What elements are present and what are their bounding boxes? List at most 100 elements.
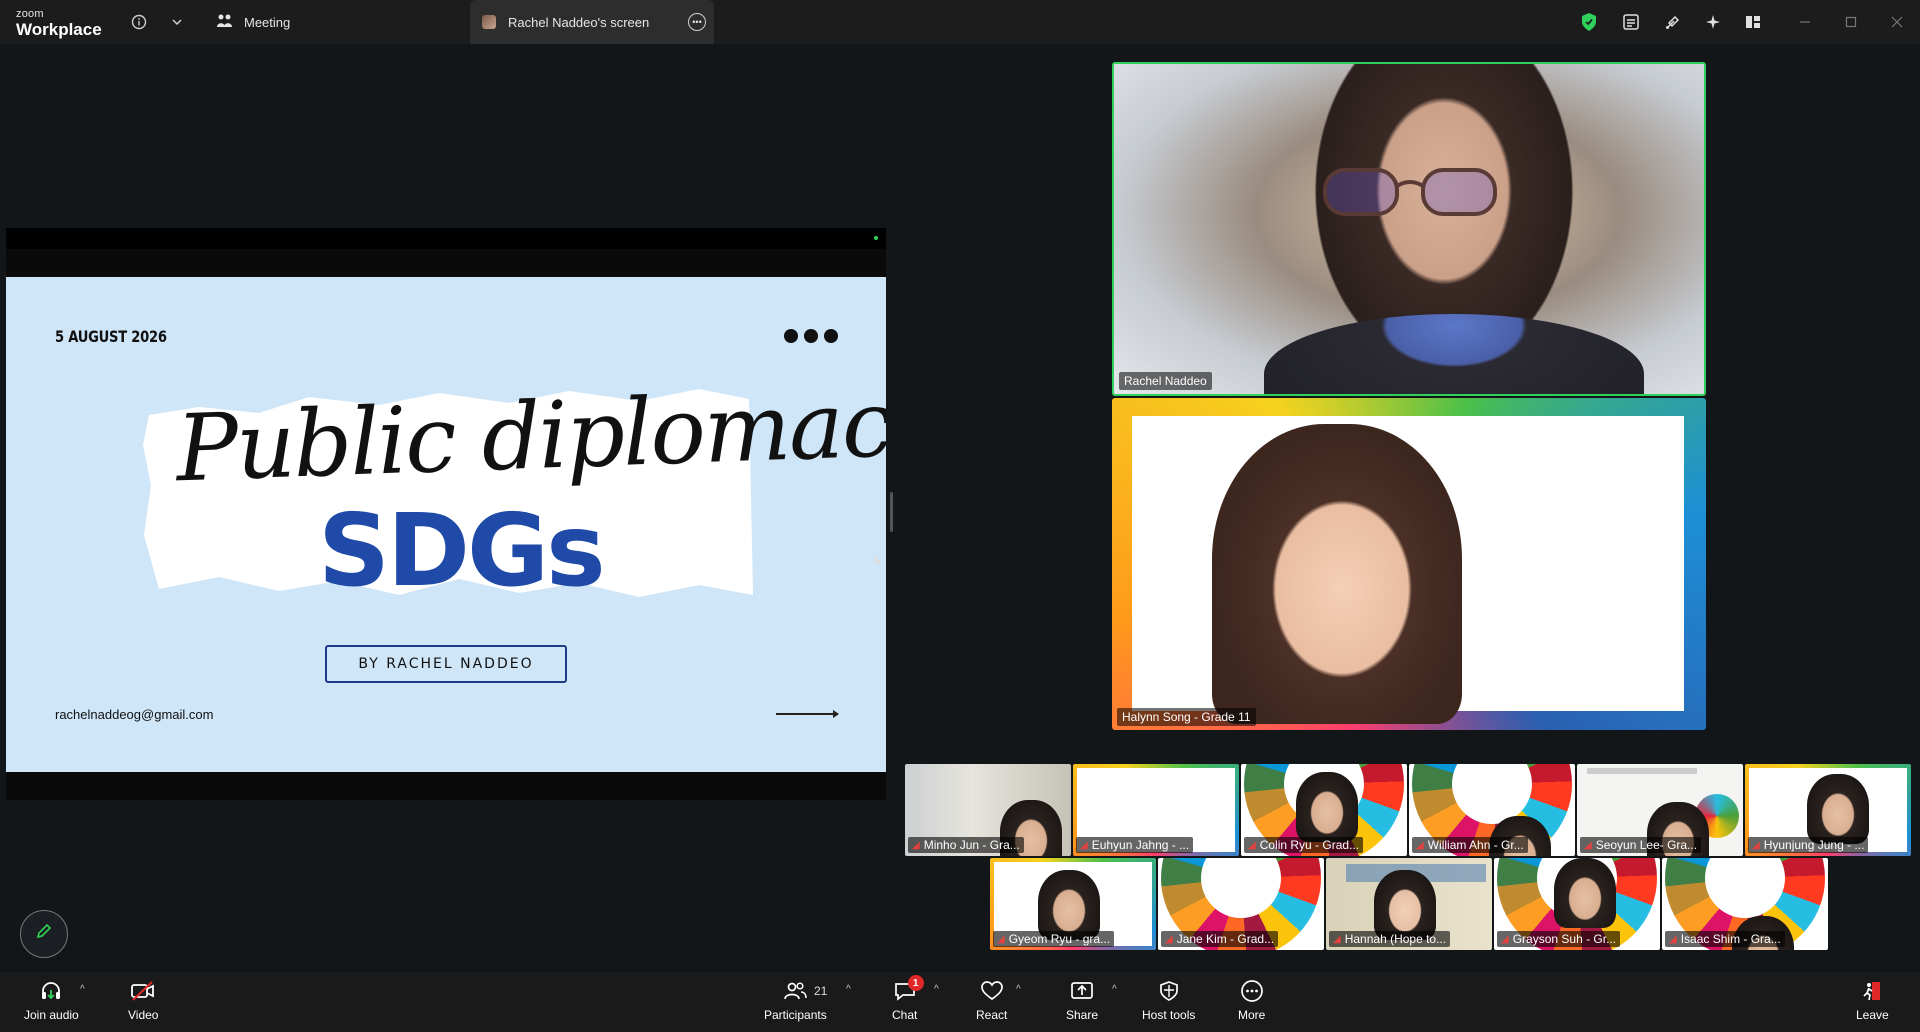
minimize-icon[interactable] <box>1794 11 1816 33</box>
participant-name: ◢ Colin Ryu - Grad... <box>1244 837 1364 853</box>
join-audio-button[interactable]: Join audio <box>24 978 79 1022</box>
tab-shared-screen[interactable]: Rachel Naddeo's screen ••• <box>470 0 714 44</box>
brand-large: Workplace <box>16 20 102 39</box>
mic-muted-icon: ◢ <box>1416 839 1424 851</box>
pencil-icon <box>34 921 54 947</box>
meeting-icon <box>216 13 234 32</box>
chevron-up-icon[interactable]: ^ <box>1016 984 1021 995</box>
arrow-right-icon <box>776 710 839 718</box>
participant-name: ◢ Seoyun Lee- Gra... <box>1580 837 1702 853</box>
participant-name: ◢ Hyunjung Jung - ... <box>1748 837 1869 853</box>
shield-icon <box>1158 978 1180 1004</box>
chat-icon: 1 <box>893 975 924 1004</box>
gallery-tile[interactable]: ◢ William Ahn - Gr... <box>1409 764 1575 856</box>
slide-thumbnail-text <box>1587 768 1697 774</box>
slide-email: rachelnaddeog@gmail.com <box>55 707 214 722</box>
participant-video <box>1807 774 1869 844</box>
gallery-tile[interactable]: ◢ Euhyun Jahng - ... <box>1073 764 1239 856</box>
video-off-icon <box>130 978 156 1004</box>
participant-name: ◢ Grayson Suh - Gr... <box>1497 931 1621 947</box>
slide-date: 5 AUGUST 2026 <box>55 327 167 346</box>
chat-button[interactable]: 1 Chat <box>892 975 924 1022</box>
gallery-tile[interactable]: ◢ Grayson Suh - Gr... <box>1494 858 1660 950</box>
react-button[interactable]: React <box>976 978 1007 1022</box>
participant-video <box>1038 870 1100 940</box>
heart-icon <box>980 978 1004 1004</box>
presentation-slide: 5 AUGUST 2026 Public diplomacy SDGs BY R… <box>6 277 886 772</box>
gallery-tile[interactable]: ◢ Colin Ryu - Grad... <box>1241 764 1407 856</box>
participants-icon <box>783 978 808 1004</box>
video-tile-active-speaker[interactable]: Rachel Naddeo <box>1112 62 1706 396</box>
meeting-toolbar: Join audio ^ Video Participants 21 ^ 1 C… <box>0 972 1920 1032</box>
participant-name: ◢ Jane Kim - Grad... <box>1161 931 1279 947</box>
notes-icon[interactable] <box>1620 11 1642 33</box>
mic-muted-icon: ◢ <box>1501 933 1509 945</box>
participant-video <box>1374 870 1436 940</box>
zoom-logo: zoom Workplace <box>16 8 102 39</box>
participant-video <box>1212 424 1462 724</box>
leave-button[interactable]: Leave <box>1856 978 1889 1022</box>
tab-meeting-label: Meeting <box>244 14 291 30</box>
gallery-tile[interactable]: ◢ Jane Kim - Grad... <box>1158 858 1324 950</box>
leave-label: Leave <box>1856 1008 1889 1022</box>
host-tools-button[interactable]: Host tools <box>1142 978 1195 1022</box>
ai-companion-icon[interactable] <box>1702 11 1724 33</box>
chevron-up-icon[interactable]: ^ <box>846 984 851 995</box>
view-layout-icon[interactable] <box>1742 11 1764 33</box>
participant-video <box>1296 772 1358 842</box>
gallery-tile[interactable]: ◢ Gyeom Ryu - gra... <box>990 858 1156 950</box>
shield-icon[interactable] <box>1578 11 1600 33</box>
glasses-shape <box>1323 168 1497 216</box>
join-audio-label: Join audio <box>24 1008 79 1022</box>
video-button[interactable]: Video <box>128 978 158 1022</box>
status-dot <box>874 236 878 240</box>
video-tile-participant[interactable]: Halynn Song - Grade 11 <box>1112 398 1706 730</box>
share-screen-icon <box>1070 978 1094 1004</box>
close-icon[interactable] <box>1886 11 1908 33</box>
participant-name: ◢ Isaac Shim - Gra... <box>1665 931 1785 947</box>
info-icon[interactable] <box>128 11 150 33</box>
mic-muted-icon: ◢ <box>1165 933 1173 945</box>
more-button[interactable]: More <box>1238 978 1265 1022</box>
tab-screen-label: Rachel Naddeo's screen <box>508 14 650 30</box>
participant-name: ◢ Euhyun Jahng - ... <box>1076 837 1194 853</box>
mic-muted-icon: ◢ <box>912 839 920 851</box>
participant-name: ◢ Hannah (Hope to... <box>1329 931 1451 947</box>
participant-name: Rachel Naddeo <box>1119 372 1212 390</box>
mic-muted-icon: ◢ <box>1669 933 1677 945</box>
mic-muted-icon: ◢ <box>1752 839 1760 851</box>
chevron-up-icon[interactable]: ^ <box>934 984 939 995</box>
annotate-icon[interactable] <box>1662 11 1684 33</box>
share-button[interactable]: Share <box>1066 978 1098 1022</box>
more-options-icon[interactable]: ••• <box>688 13 706 31</box>
chevron-up-icon[interactable]: ^ <box>80 984 85 995</box>
participant-name: ◢ Minho Jun - Gra... <box>908 837 1024 853</box>
participant-name: Halynn Song - Grade 11 <box>1117 708 1256 726</box>
pencil-button[interactable] <box>20 910 68 958</box>
host-tools-label: Host tools <box>1142 1008 1196 1022</box>
tab-meeting[interactable]: Meeting <box>216 0 290 44</box>
gallery-tile[interactable]: ◢ Isaac Shim - Gra... <box>1662 858 1828 950</box>
more-label: More <box>1238 1008 1266 1022</box>
participant-video <box>1554 858 1616 928</box>
gallery-tile[interactable]: ◢ Hannah (Hope to... <box>1326 858 1492 950</box>
shared-screen-header <box>6 228 886 249</box>
maximize-icon[interactable] <box>1840 11 1862 33</box>
react-label: React <box>976 1008 1008 1022</box>
more-icon <box>1240 978 1264 1004</box>
mic-muted-icon: ◢ <box>1333 933 1341 945</box>
split-resize-handle[interactable] <box>890 492 893 532</box>
chevron-down-icon[interactable] <box>166 11 188 33</box>
participant-name: ◢ William Ahn - Gr... <box>1412 837 1528 853</box>
gallery-tile[interactable]: ◢ Minho Jun - Gra... <box>905 764 1071 856</box>
chevron-up-icon[interactable]: ^ <box>1112 984 1117 995</box>
gallery-tile[interactable]: ◢ Seoyun Lee- Gra... <box>1577 764 1743 856</box>
slide-byline: BY RACHEL NADDEO <box>325 645 567 683</box>
participants-count: 21 <box>814 984 828 998</box>
brand-small: zoom <box>16 8 44 20</box>
title-bar: zoom Workplace Meeting Rachel Naddeo's s… <box>0 0 1920 44</box>
gallery-tile[interactable]: ◢ Hyunjung Jung - ... <box>1745 764 1911 856</box>
participant-name: ◢ Gyeom Ryu - gra... <box>993 931 1115 947</box>
mic-muted-icon: ◢ <box>1584 839 1592 851</box>
avatar <box>482 15 496 29</box>
